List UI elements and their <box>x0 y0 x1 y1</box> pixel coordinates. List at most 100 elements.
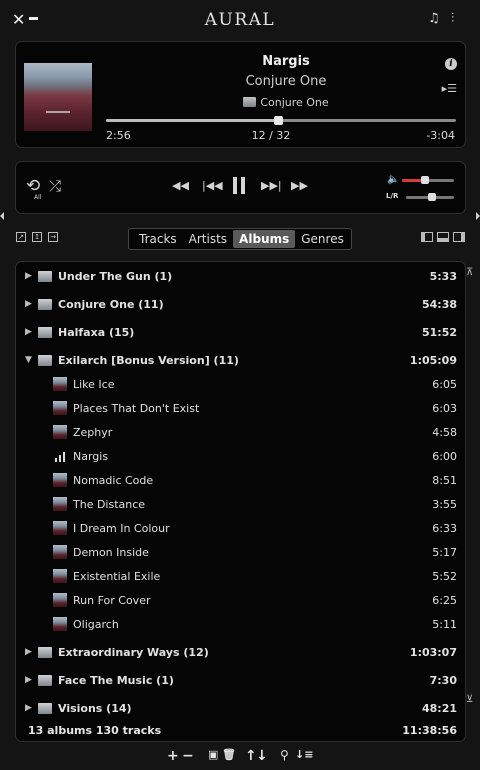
album-folder-icon <box>38 355 52 366</box>
album-folder-icon <box>38 647 52 658</box>
import-icon[interactable]: → <box>48 232 58 242</box>
next-button[interactable]: ▶▶| <box>261 179 282 192</box>
track-duration: 3:55 <box>432 497 457 511</box>
equalizer-icon[interactable]: ⫶ <box>451 11 454 26</box>
trash-icon[interactable]: 🗑 <box>222 748 236 761</box>
track-duration: 6:05 <box>432 377 457 391</box>
track-artwork-icon <box>53 569 67 583</box>
track-name: Demon Inside <box>73 545 149 559</box>
track-row[interactable]: Run For Cover 6:25 <box>16 588 465 612</box>
title-bar: ✕ AURAL ♫ ⫶ <box>0 0 480 38</box>
expand-triangle-icon[interactable]: ▶ <box>25 675 32 685</box>
view-right-icon[interactable] <box>453 232 465 242</box>
expand-triangle-icon[interactable]: ▶ <box>25 647 32 657</box>
album-art[interactable] <box>24 63 92 131</box>
expand-triangle-icon[interactable]: ▶ <box>25 299 32 309</box>
album-row[interactable]: ▶ Halfaxa (15) 51:52 <box>16 320 465 344</box>
seek-knob[interactable] <box>273 116 283 125</box>
scroll-top-icon[interactable]: ⊼ <box>466 267 473 278</box>
now-playing-artist[interactable]: Conjure One <box>176 74 396 89</box>
track-name: Nomadic Code <box>73 473 154 487</box>
library-total-duration: 11:38:56 <box>402 724 457 737</box>
seek-bar[interactable] <box>106 116 456 125</box>
add-icon[interactable]: + <box>167 748 179 764</box>
resize-handle-right[interactable] <box>476 212 480 220</box>
track-artwork-icon <box>53 617 67 631</box>
album-duration: 1:05:09 <box>409 353 457 367</box>
album-duration: 7:30 <box>429 673 457 687</box>
track-row[interactable]: I Dream In Colour 6:33 <box>16 516 465 540</box>
tab-tracks[interactable]: Tracks <box>133 230 183 248</box>
track-duration: 5:17 <box>432 545 457 559</box>
track-artwork-icon <box>53 593 67 607</box>
track-artwork-icon <box>53 497 67 511</box>
search-icon[interactable]: ⚲ <box>280 748 289 762</box>
track-row[interactable]: Zephyr 4:58 <box>16 420 465 444</box>
album-row[interactable]: ▶ Face The Music (1) 7:30 <box>16 668 465 692</box>
view-left-icon[interactable] <box>421 232 433 242</box>
sort-icon[interactable]: ↓≡ <box>295 748 313 761</box>
album-folder-icon <box>38 271 52 282</box>
move-up-icon[interactable]: ↑ <box>245 748 257 764</box>
album-name: Conjure One (11) <box>58 297 164 311</box>
volume-knob[interactable] <box>421 176 430 184</box>
move-down-icon[interactable]: ↓ <box>256 748 268 764</box>
tab-albums[interactable]: Albums <box>233 230 296 248</box>
album-row[interactable]: ▶ Under The Gun (1) 5:33 <box>16 264 465 288</box>
collapse-triangle-icon[interactable]: ▼ <box>25 355 32 365</box>
track-row[interactable]: Nomadic Code 8:51 <box>16 468 465 492</box>
volume-slider[interactable] <box>402 176 454 184</box>
remove-icon[interactable]: − <box>182 748 194 764</box>
view-bottom-icon[interactable] <box>437 232 449 242</box>
album-row[interactable]: ▶ Extraordinary Ways (12) 1:03:07 <box>16 640 465 664</box>
repeat-mode-label: All <box>34 194 42 201</box>
balance-knob[interactable] <box>428 193 437 201</box>
track-row[interactable]: The Distance 3:55 <box>16 492 465 516</box>
album-row[interactable]: ▶ Visions (14) 48:21 <box>16 696 465 720</box>
expand-icon[interactable]: ↗ <box>16 232 26 242</box>
info-icon[interactable]: i <box>445 58 457 70</box>
track-name: Existential Exile <box>73 569 161 583</box>
library-list[interactable]: ▶ Under The Gun (1) 5:33 ▶ Conjure One (… <box>15 261 466 742</box>
track-row[interactable]: Demon Inside 5:17 <box>16 540 465 564</box>
fast-forward-button[interactable]: ▶▶ <box>291 179 308 192</box>
track-row[interactable]: Like Ice 6:05 <box>16 372 465 396</box>
shuffle-icon[interactable]: ⤮ <box>49 177 61 195</box>
now-playing-album[interactable]: Conjure One <box>176 96 396 109</box>
track-position: 12 / 32 <box>251 129 291 142</box>
balance-slider[interactable] <box>406 193 454 201</box>
track-row[interactable]: Existential Exile 5:52 <box>16 564 465 588</box>
album-duration: 51:52 <box>421 325 457 339</box>
track-row[interactable]: Places That Don't Exist 6:03 <box>16 396 465 420</box>
tab-artists[interactable]: Artists <box>183 230 233 248</box>
playlist-icon[interactable]: ♫ <box>428 11 440 26</box>
tab-genres[interactable]: Genres <box>295 230 350 248</box>
scroll-bottom-icon[interactable]: ⊻ <box>466 694 473 705</box>
track-row[interactable]: Nargis 6:00 <box>16 444 465 468</box>
previous-button[interactable]: |◀◀ <box>202 179 223 192</box>
export-icon[interactable]: ↥ <box>32 232 42 242</box>
rewind-button[interactable]: ◀◀ <box>172 179 189 192</box>
album-row[interactable]: ▶ Conjure One (11) 54:38 <box>16 292 465 316</box>
expand-triangle-icon[interactable]: ▶ <box>25 703 32 713</box>
volume-icon[interactable]: 🔈 <box>387 174 399 185</box>
track-name: Like Ice <box>73 377 115 391</box>
track-artwork-icon <box>53 377 67 391</box>
save-icon[interactable]: ▣ <box>208 748 218 761</box>
queue-icon[interactable]: ▸☰ <box>442 82 457 95</box>
album-folder-icon <box>38 703 52 714</box>
expand-triangle-icon[interactable]: ▶ <box>25 327 32 337</box>
track-name: I Dream In Colour <box>73 521 170 535</box>
expand-triangle-icon[interactable]: ▶ <box>25 271 32 281</box>
album-duration: 54:38 <box>421 297 457 311</box>
resize-handle-left[interactable] <box>0 212 4 220</box>
album-row-expanded[interactable]: ▼ Exilarch [Bonus Version] (11) 1:05:09 <box>16 348 465 372</box>
app-title: AURAL <box>204 10 276 30</box>
repeat-icon[interactable]: ⟲ <box>26 176 40 196</box>
track-duration: 6:03 <box>432 401 457 415</box>
remaining-time[interactable]: -3:04 <box>426 129 455 142</box>
track-row[interactable]: Oligarch 5:11 <box>16 612 465 636</box>
track-artwork-icon <box>53 521 67 535</box>
pause-button[interactable] <box>233 177 245 194</box>
track-artwork-icon <box>53 545 67 559</box>
